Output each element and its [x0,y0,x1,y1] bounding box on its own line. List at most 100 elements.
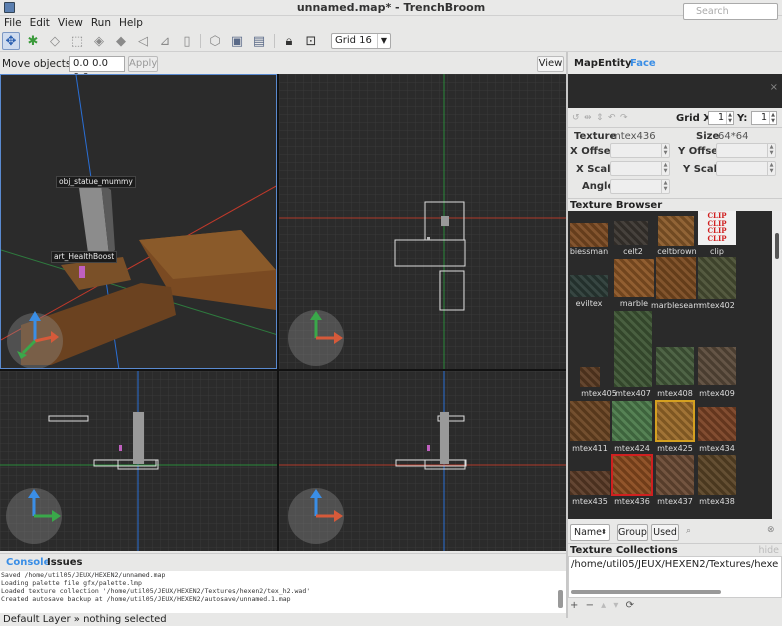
add-icon[interactable]: + [570,600,580,611]
texture-tile[interactable]: mtex435 [570,471,610,507]
scale-tool-icon[interactable]: ⬚ [68,32,86,50]
menu-help[interactable]: Help [115,16,147,30]
remove-icon[interactable]: − [586,600,596,611]
texture-swatch [614,221,648,245]
texture-tile[interactable]: mtex436 [611,454,653,507]
close-icon[interactable]: × [770,82,778,93]
viewport-2d-front[interactable] [0,371,277,551]
texture-tile[interactable]: celtbrown [657,216,697,257]
collection-item[interactable]: /home/util05/JEUX/HEXEN2/Textures/hexen2… [571,559,779,570]
reload-icon[interactable]: ⟳ [626,600,636,611]
uv-editor-preview[interactable]: × [568,74,782,108]
collections-hscroll[interactable] [569,590,781,595]
lock-icon[interactable]: 🔒︎ [280,32,298,50]
move-down-icon[interactable]: ▾ [613,600,620,611]
texture-swatch: CLIP CLIP CLIP CLIP [698,211,736,245]
sort-select[interactable]: Name ⬍ [570,524,610,541]
clip-tool-icon[interactable]: ◆ [112,32,130,50]
menu-view[interactable]: View [54,16,87,30]
texture-swatch [570,401,610,441]
viewport-2d-top-canvas [279,74,566,369]
viewport-3d[interactable]: obj_statue_mummy art_HealthBoost [0,74,277,369]
y-offset-input[interactable]: ▲ ▼ [716,143,776,158]
tab-entity[interactable]: Entity [598,58,631,69]
texture-tile[interactable]: mtex411 [570,401,610,454]
texture-collections-list[interactable]: /home/util05/JEUX/HEXEN2/Textures/hexen2… [568,556,782,598]
tab-console[interactable]: Console [6,557,50,568]
group-button[interactable]: Group [617,524,648,541]
flip-icon[interactable]: ▣ [228,32,246,50]
texture-tile[interactable]: mtex409 [698,347,736,399]
menu-file[interactable]: File [0,16,26,30]
move-tool-icon[interactable]: ✥ [2,32,20,50]
texture-lock-icon[interactable]: ▤ [250,32,268,50]
grid-x-spinner[interactable]: 1 ▲ ▼ [708,111,734,125]
texture-tile[interactable]: mtex438 [698,455,736,507]
viewport-splitter-vertical[interactable] [277,74,279,551]
console-log[interactable]: Saved /home/util05/JEUX/HEXEN2/unnamed.m… [0,571,566,613]
texture-tile[interactable]: mtex407 [614,311,652,399]
console-scrollbar[interactable] [558,590,563,608]
tab-face[interactable]: Face [630,58,656,69]
viewport-splitter-horizontal[interactable] [0,369,566,371]
texture-browser-grid[interactable]: biessman celt2 celtbrown CLIP CLIP CLIP CLI… [568,211,772,519]
size-label: Size [696,131,720,142]
texture-tile[interactable]: eviltex [570,275,608,309]
flip-v-icon[interactable]: ⇕ [596,113,604,123]
texture-tile[interactable]: mtex437 [656,455,694,507]
texture-swatch [658,216,694,246]
view-button[interactable]: View [537,56,564,72]
unlock-icon[interactable]: ⊡ [302,32,320,50]
spinner-arrows-icon[interactable]: ▲ ▼ [769,112,776,124]
create-brush-icon[interactable]: ✱ [24,32,42,50]
texture-tile[interactable]: marbleseam [651,257,701,311]
health-boost-side [427,445,430,451]
x-scale-input[interactable]: ▲ ▼ [610,161,670,176]
edge-tool-icon[interactable]: ⊿ [156,32,174,50]
flip-h-icon[interactable]: ⇹ [584,113,592,123]
texture-swatch [570,471,610,495]
reset-uv-icon[interactable]: ↺ [572,113,580,123]
tab-issues[interactable]: Issues [47,557,82,568]
rotate-cw-icon[interactable]: ↷ [620,113,628,123]
y-scale-input[interactable]: ▲ ▼ [716,161,776,176]
x-offset-input[interactable]: ▲ ▼ [610,143,670,158]
spinner-arrows-icon[interactable]: ▲ ▼ [726,112,733,124]
texture-tile[interactable]: celt2 [614,221,652,257]
statue-front [133,412,144,464]
move-objects-input[interactable]: 0.0 0.0 0.0 [69,56,125,83]
grid-size-select[interactable]: Grid 16 ▼ [331,33,391,49]
menu-run[interactable]: Run [87,16,115,30]
menu-edit[interactable]: Edit [26,16,54,30]
apply-button[interactable]: Apply [128,56,158,72]
grid-y-spinner[interactable]: 1 ▲ ▼ [751,111,777,125]
texture-tile[interactable]: mtex424 [612,401,652,454]
viewport-2d-top[interactable] [279,74,566,369]
scrollbar-thumb[interactable] [775,233,779,259]
texture-browser-scrollbar[interactable] [772,211,782,519]
collection-actions: + − ▴ ▾ ⟳ [570,600,636,611]
texture-tile[interactable]: mtex402 [698,257,736,311]
angle-input[interactable]: ▲ ▼ [610,179,670,194]
texture-tile[interactable]: biessman [570,223,608,257]
tab-map[interactable]: Map [574,58,598,69]
health-boost-entity [79,266,85,278]
vertex-tool-icon[interactable]: ◁ [134,32,152,50]
shear-tool-icon[interactable]: ◈ [90,32,108,50]
move-up-icon[interactable]: ▴ [601,600,608,611]
texture-tile[interactable]: mtex434 [698,407,736,454]
viewport-2d-side[interactable] [279,371,566,551]
rotate-tool-icon[interactable]: ◇ [46,32,64,50]
clear-search-icon[interactable]: ⊗ [767,525,775,535]
texture-tile[interactable]: CLIP CLIP CLIP CLIP clip [698,211,736,257]
texture-tile[interactable]: mtex425 [655,400,695,454]
texture-tile[interactable]: mtex408 [656,347,694,399]
duplicate-icon[interactable]: ⬡ [206,32,224,50]
texture-name: mtex438 [699,497,735,506]
face-tool-icon[interactable]: ▯ [178,32,196,50]
texture-search-input[interactable]: Search [683,3,778,20]
texture-tile[interactable]: marble [614,259,654,309]
rotate-ccw-icon[interactable]: ↶ [608,113,616,123]
used-button[interactable]: Used [651,524,679,541]
console-line: Loaded texture collection '/home/util05/… [1,587,311,595]
